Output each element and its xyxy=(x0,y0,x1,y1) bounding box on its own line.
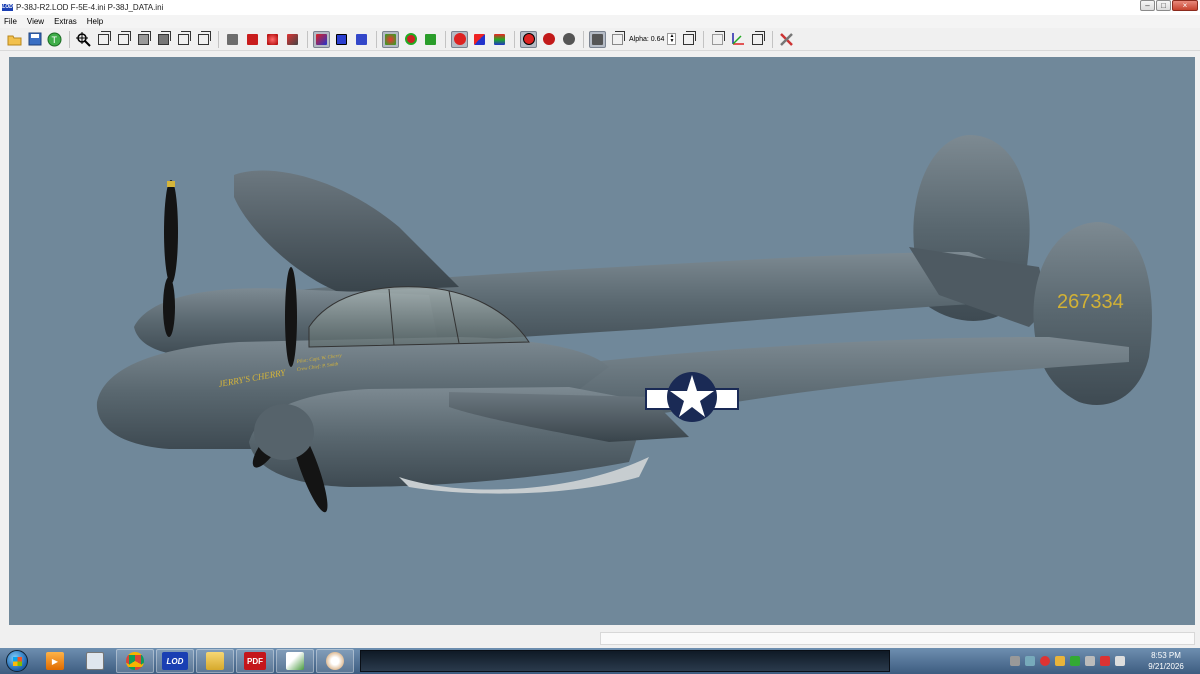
paint-icon[interactable] xyxy=(316,649,354,673)
window-controls: – □ × xyxy=(1140,0,1198,11)
propeller-blade xyxy=(163,277,175,337)
clock-date: 9/21/2026 xyxy=(1148,662,1184,671)
tools-icon[interactable] xyxy=(778,31,795,48)
toolbar-separator xyxy=(703,30,705,48)
tray-alert-icon[interactable] xyxy=(1040,656,1050,666)
green-object-icon[interactable] xyxy=(382,30,399,48)
multicolor-cube-icon[interactable] xyxy=(471,31,488,48)
toolbar-separator xyxy=(583,30,584,48)
menu-view[interactable]: View xyxy=(27,17,44,26)
solid-red-dark-icon[interactable] xyxy=(284,31,301,48)
zoom-fit-icon[interactable] xyxy=(75,31,92,48)
axes-icon[interactable] xyxy=(729,31,746,48)
aircraft-model: JERRY'S CHERRY Pilot: Capt. W. Cherry Cr… xyxy=(96,135,1152,513)
tray-update-icon[interactable] xyxy=(1100,656,1110,666)
solid-grey-icon[interactable] xyxy=(224,31,241,48)
lod-app-icon[interactable]: LOD xyxy=(156,649,194,673)
toolbar: T Alpha: 0.64 ▲ ▼ xyxy=(0,28,1200,51)
minimize-button[interactable]: – xyxy=(1140,0,1155,11)
toolbar-separator xyxy=(307,30,308,48)
tray-network-icon[interactable] xyxy=(1025,656,1035,666)
green-solid-icon[interactable] xyxy=(422,31,439,48)
menu-file[interactable]: File xyxy=(4,17,17,26)
select-face-icon[interactable] xyxy=(353,31,370,48)
toolbar-separator xyxy=(445,30,446,48)
editor-icon[interactable] xyxy=(276,649,314,673)
menu-help[interactable]: Help xyxy=(87,17,103,26)
media-player-icon[interactable]: ▶ xyxy=(36,649,74,673)
app-logo-icon: LOD xyxy=(2,4,13,11)
view-left-icon[interactable] xyxy=(135,30,152,48)
solid-red-icon[interactable] xyxy=(244,31,261,48)
notepad-icon[interactable] xyxy=(76,649,114,673)
alpha-spinner[interactable]: ▲ ▼ xyxy=(667,33,677,45)
title-bar: LOD P-38J-R2.LOD F-5E-4.ini P-38J_DATA.i… xyxy=(0,0,1200,15)
view-back-icon[interactable] xyxy=(115,30,132,48)
view-right-icon[interactable] xyxy=(155,30,172,48)
toolbar-separator xyxy=(218,30,219,48)
pdf-icon[interactable]: PDF xyxy=(236,649,274,673)
red-paint-icon[interactable] xyxy=(451,30,468,48)
window-title: P-38J-R2.LOD F-5E-4.ini P-38J_DATA.ini xyxy=(16,3,164,12)
bomb-icon[interactable] xyxy=(560,31,577,48)
tray-volume-icon[interactable] xyxy=(1115,656,1125,666)
green-ring-icon[interactable] xyxy=(402,31,419,48)
tail-serial: 267334 xyxy=(1057,291,1124,313)
tray-keyboard-icon[interactable] xyxy=(1010,656,1020,666)
propeller-blade xyxy=(164,180,178,284)
menu-extras[interactable]: Extras xyxy=(54,17,77,26)
menu-bar: File View Extras Help xyxy=(0,15,1200,28)
clock-time: 8:53 PM xyxy=(1151,651,1181,660)
box-outline-icon[interactable] xyxy=(749,30,766,48)
status-bar xyxy=(0,628,1200,648)
alpha-control: Alpha: 0.64 ▲ ▼ xyxy=(629,33,677,45)
view-front-icon[interactable] xyxy=(95,30,112,48)
tray-security-icon[interactable] xyxy=(1070,656,1080,666)
system-tray: 8:53 PM 9/21/2026 xyxy=(1010,648,1200,674)
view-bottom-icon[interactable] xyxy=(195,30,212,48)
propeller-blade xyxy=(285,267,297,367)
toolbar-separator xyxy=(69,30,70,48)
toolbar-separator xyxy=(376,30,377,48)
taskbar: ▶ LOD PDF 8:53 PM 9/21/2026 xyxy=(0,648,1200,674)
ladybug-icon[interactable] xyxy=(520,30,537,48)
box-texture-icon[interactable] xyxy=(709,30,726,48)
toolbar-separator xyxy=(772,30,774,48)
wire-box-icon[interactable] xyxy=(609,30,626,48)
3d-viewport[interactable]: JERRY'S CHERRY Pilot: Capt. W. Cherry Cr… xyxy=(9,57,1195,625)
start-button[interactable] xyxy=(0,648,34,674)
tray-flag-icon[interactable] xyxy=(1055,656,1065,666)
solid-red-shaded-icon[interactable] xyxy=(264,31,281,48)
svg-text:T: T xyxy=(52,35,58,45)
taskbar-running-area[interactable] xyxy=(360,650,890,672)
apple-icon[interactable] xyxy=(540,31,557,48)
color-cube-icon[interactable] xyxy=(491,31,508,48)
status-field xyxy=(600,632,1195,645)
alpha-cube-icon[interactable] xyxy=(589,30,606,48)
alpha-label: Alpha: 0.64 xyxy=(629,35,665,43)
toolbar-separator xyxy=(514,30,515,48)
select-all-icon[interactable] xyxy=(313,30,330,48)
save-icon[interactable] xyxy=(26,31,43,48)
box-transparent-icon[interactable] xyxy=(680,30,697,48)
maximize-button[interactable]: □ xyxy=(1156,0,1171,11)
app-window: LOD P-38J-R2.LOD F-5E-4.ini P-38J_DATA.i… xyxy=(0,0,1200,674)
tray-device-icon[interactable] xyxy=(1085,656,1095,666)
explorer-icon[interactable] xyxy=(196,649,234,673)
view-top-icon[interactable] xyxy=(175,30,192,48)
close-button[interactable]: × xyxy=(1172,0,1198,11)
system-clock[interactable]: 8:53 PM 9/21/2026 xyxy=(1138,650,1194,672)
select-box-icon[interactable] xyxy=(333,31,350,48)
windows-logo-icon xyxy=(6,650,28,672)
chrome-icon[interactable] xyxy=(116,649,154,673)
texture-icon[interactable]: T xyxy=(46,31,63,48)
open-icon[interactable] xyxy=(6,31,23,48)
